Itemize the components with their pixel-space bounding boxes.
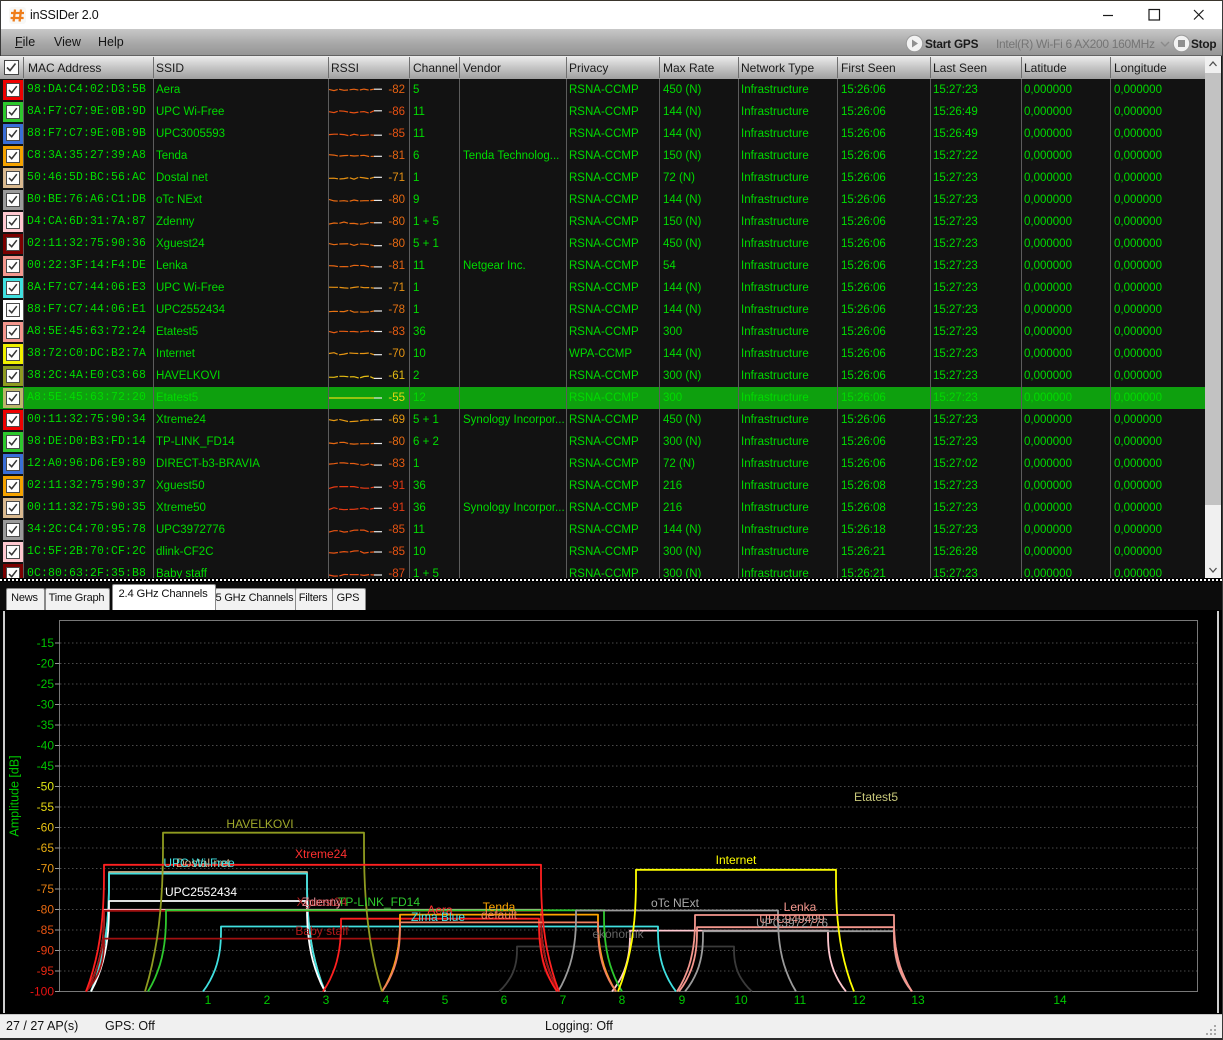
svg-text:UPC Wi-Free: UPC Wi-Free <box>163 856 235 870</box>
svg-text:-40: -40 <box>37 739 55 753</box>
svg-text:Etatest5: Etatest5 <box>854 790 898 804</box>
svg-text:UPC3972776: UPC3972776 <box>756 916 828 930</box>
svg-text:-20: -20 <box>37 657 55 671</box>
svg-text:7: 7 <box>560 993 567 1007</box>
svg-text:1: 1 <box>205 993 212 1007</box>
svg-text:ekonomik: ekonomik <box>592 927 644 941</box>
svg-text:11: 11 <box>794 993 807 1007</box>
svg-text:-65: -65 <box>37 841 55 855</box>
svg-text:-85: -85 <box>37 923 55 937</box>
svg-text:10: 10 <box>734 993 748 1007</box>
svg-text:8: 8 <box>619 993 626 1007</box>
svg-text:-60: -60 <box>37 821 55 835</box>
svg-text:oTc NExt: oTc NExt <box>651 896 700 910</box>
svg-text:Zima Blue: Zima Blue <box>411 910 465 924</box>
svg-text:Xtreme24: Xtreme24 <box>295 847 347 861</box>
svg-text:12: 12 <box>852 993 866 1007</box>
svg-text:14: 14 <box>1053 993 1067 1007</box>
svg-text:HAVELKOVI: HAVELKOVI <box>226 817 293 831</box>
svg-text:-55: -55 <box>37 800 55 814</box>
svg-text:TP-LINK_FD14: TP-LINK_FD14 <box>338 895 420 909</box>
svg-text:-50: -50 <box>37 780 55 794</box>
svg-text:9: 9 <box>679 993 686 1007</box>
svg-text:Amplitude [dB]: Amplitude [dB] <box>8 755 22 836</box>
svg-text:-75: -75 <box>37 882 55 896</box>
svg-text:-15: -15 <box>37 636 55 650</box>
svg-text:Baby staff: Baby staff <box>295 924 349 938</box>
svg-text:-90: -90 <box>37 944 55 958</box>
svg-text:Internet: Internet <box>716 853 757 867</box>
svg-text:4: 4 <box>383 993 390 1007</box>
svg-text:-45: -45 <box>37 759 55 773</box>
svg-text:-70: -70 <box>37 862 55 876</box>
svg-text:Zdenny: Zdenny <box>302 895 342 909</box>
svg-text:default: default <box>481 908 518 922</box>
svg-text:5: 5 <box>442 993 449 1007</box>
svg-text:-25: -25 <box>37 677 55 691</box>
svg-text:6: 6 <box>501 993 508 1007</box>
svg-text:13: 13 <box>911 993 925 1007</box>
svg-text:-30: -30 <box>37 698 55 712</box>
svg-text:-95: -95 <box>37 964 55 978</box>
svg-text:UPC2552434: UPC2552434 <box>165 885 237 899</box>
svg-text:3: 3 <box>323 993 330 1007</box>
svg-text:-35: -35 <box>37 718 55 732</box>
svg-text:-80: -80 <box>37 903 55 917</box>
svg-text:2: 2 <box>264 993 271 1007</box>
svg-text:-100: -100 <box>30 985 54 999</box>
